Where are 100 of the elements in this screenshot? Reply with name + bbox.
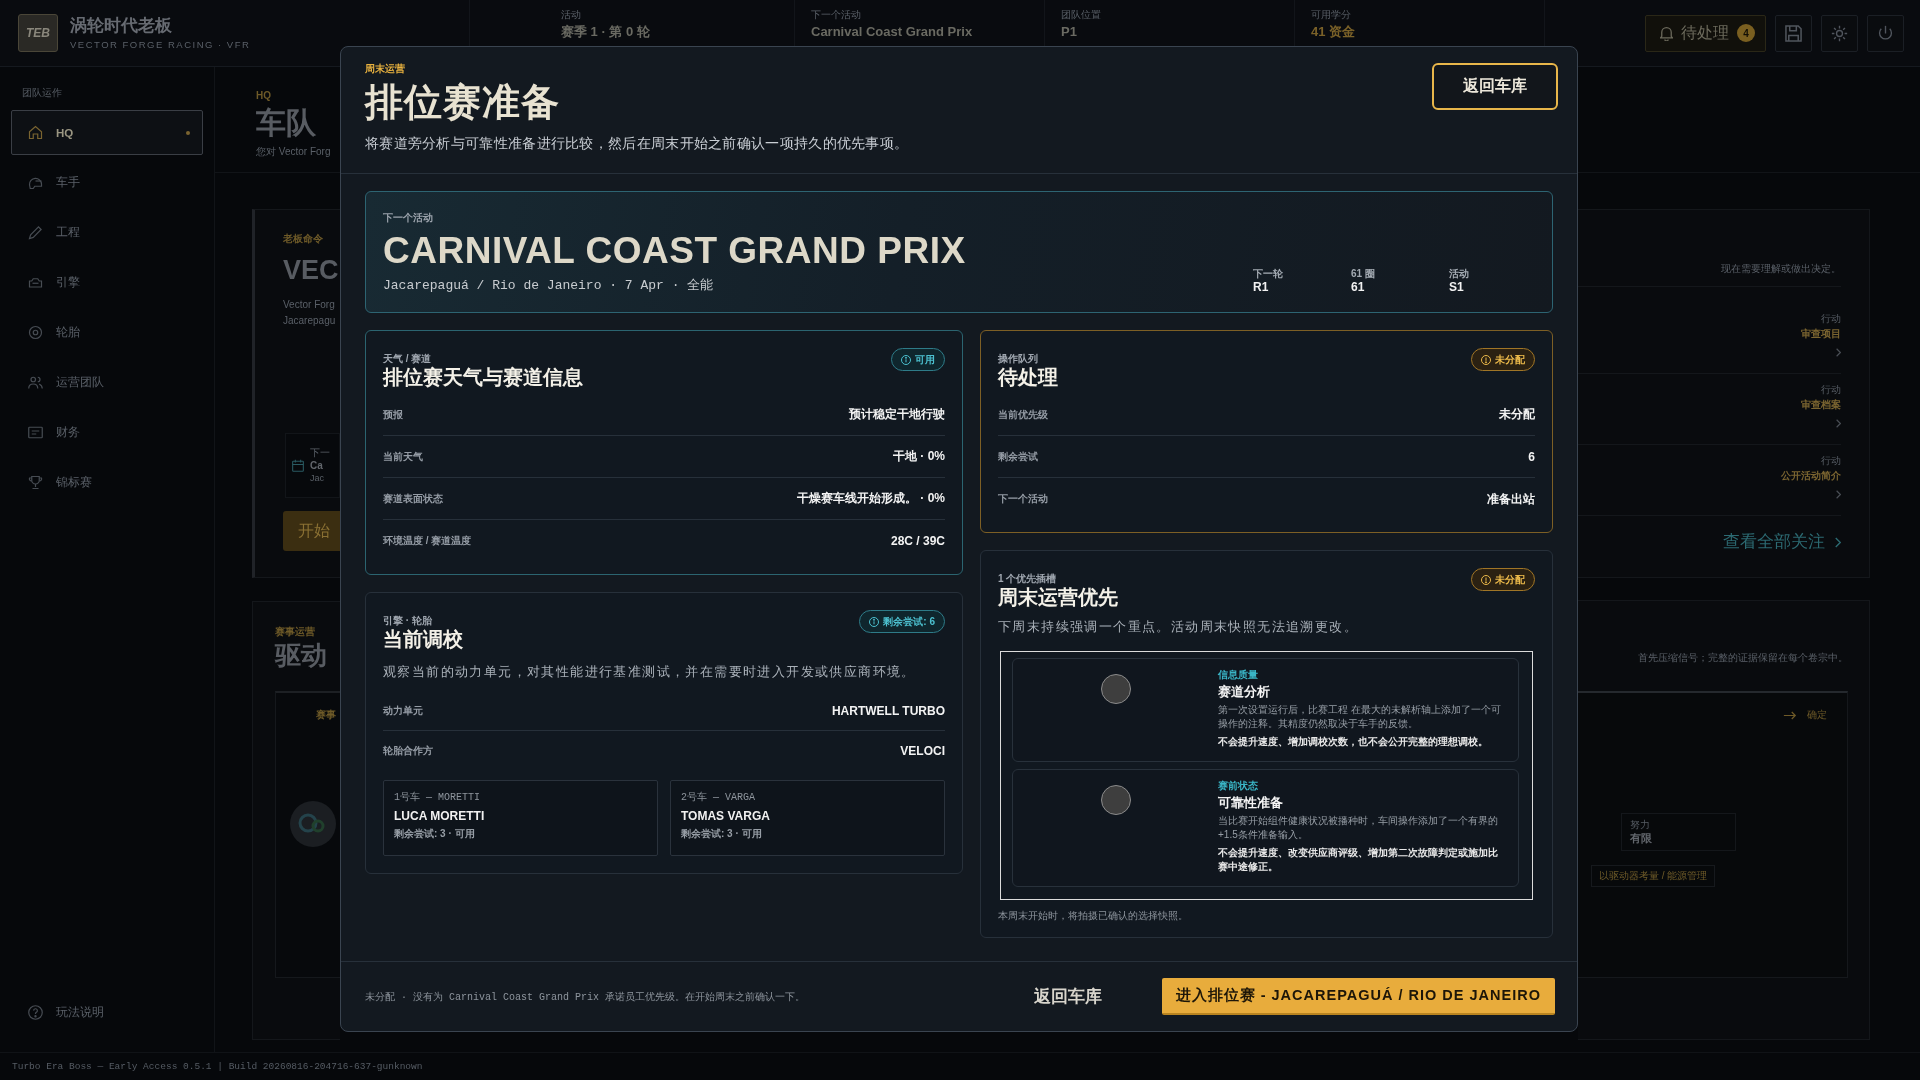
floppy-disk-icon bbox=[1785, 24, 1802, 42]
row-label: 赛道表面状态 bbox=[383, 491, 443, 506]
card-label: 赛事运营 bbox=[275, 626, 315, 638]
card-text: Vector Forg bbox=[283, 298, 335, 312]
card-title: 当前调校 bbox=[383, 627, 463, 651]
pending-button[interactable]: 待处理 4 bbox=[1645, 14, 1766, 52]
stat-value: Carnival Coast Grand Prix bbox=[811, 24, 973, 39]
alert-icon bbox=[1481, 354, 1491, 365]
option-title: 赛道分析 bbox=[1218, 683, 1270, 700]
engine-icon bbox=[28, 275, 43, 290]
people-icon bbox=[28, 375, 43, 390]
event-name: Ca bbox=[310, 460, 323, 472]
option-note: 不会提升速度、改变供应商评级、增加第二次故障判定或施加比赛中途修正。 bbox=[1218, 846, 1499, 874]
power-button[interactable] bbox=[1867, 14, 1904, 52]
tag: 以驱动器考量 / 能源管理 bbox=[1591, 865, 1716, 887]
footer-note: 未分配 · 没有为 Carnival Coast Grand Prix 承诺员工优先级。在开始周末之前确认一下。 bbox=[365, 990, 807, 1004]
row-label: 当前天气 bbox=[383, 449, 423, 464]
view-all-link[interactable]: 查看全部关注 bbox=[1723, 531, 1841, 553]
enter-qualifying-button[interactable]: 进入排位赛 - JACAREPAGUÁ / RIO DE JANEIRO bbox=[1161, 978, 1555, 1015]
dialog-eyebrow: 周末运营 bbox=[365, 63, 405, 75]
arrow-right-icon bbox=[1783, 710, 1797, 720]
card-label: 老板命令 bbox=[283, 233, 323, 245]
event-title: CARNIVAL COAST GRAND PRIX bbox=[383, 231, 966, 271]
card-title: 驱动 bbox=[275, 640, 327, 670]
car-label: 1号车 — MORETTI bbox=[394, 792, 480, 804]
driver-name: LUCA MORETTI bbox=[394, 809, 485, 823]
row-value: 干燥赛车线开始形成。 · 0% bbox=[797, 490, 945, 507]
emblem-icon bbox=[290, 801, 336, 847]
stat-label: 可用学分 bbox=[1311, 9, 1351, 21]
card-icon bbox=[28, 425, 43, 440]
radio-button[interactable] bbox=[1100, 674, 1131, 704]
driver-name: TOMAS VARGA bbox=[681, 809, 770, 823]
app-subtitle: VECTOR FORGE RACING · VFR bbox=[70, 38, 251, 51]
row-value: 预计稳定干地行驶 bbox=[849, 406, 945, 423]
row-label: 预报 bbox=[383, 407, 403, 422]
card-title: 待处理 bbox=[998, 365, 1058, 389]
page-title: 车队 bbox=[256, 107, 316, 139]
chevron-right-icon bbox=[1836, 419, 1841, 428]
help-link[interactable]: 玩法说明 bbox=[11, 990, 203, 1035]
card-note: 现在需要理解或做出决定。 bbox=[1721, 262, 1841, 276]
confirm-label: 确定 bbox=[1807, 709, 1827, 721]
card-eyebrow: 引擎 · 轮胎 bbox=[383, 615, 433, 627]
back-button[interactable]: 返回车库 bbox=[1025, 979, 1110, 1014]
chevron-right-icon bbox=[1836, 490, 1841, 499]
row-value: 干地 · 0% bbox=[893, 448, 945, 465]
car-label: 2号车 — VARGA bbox=[681, 792, 755, 804]
bell-icon bbox=[1660, 25, 1673, 41]
power-icon bbox=[1877, 24, 1894, 42]
sidebar-item[interactable]: 运营团队 bbox=[11, 360, 203, 405]
row-label: 轮胎合作方 bbox=[383, 744, 433, 758]
status-badge: 未分配 bbox=[1471, 348, 1535, 371]
calendar-icon bbox=[292, 459, 304, 472]
row-value: VELOCI bbox=[900, 744, 945, 758]
row-value: 28C / 39C bbox=[890, 534, 945, 548]
option-category: 信息质量 bbox=[1218, 669, 1258, 681]
stat-label: 61 圈 bbox=[1351, 268, 1375, 280]
effort-value: 有限 bbox=[1630, 832, 1652, 845]
sidebar-item[interactable]: 引擎 bbox=[11, 260, 203, 305]
info-icon bbox=[869, 616, 880, 627]
stat-value: P1 bbox=[1061, 24, 1077, 39]
event-place: Jac bbox=[310, 473, 324, 484]
settings-button[interactable] bbox=[1821, 14, 1858, 52]
help-icon bbox=[28, 1005, 43, 1020]
page-subtitle: 您对 Vector Forg bbox=[256, 146, 331, 158]
active-dot-icon bbox=[186, 130, 190, 135]
stat-value: 赛季 1 · 第 0 轮 bbox=[561, 24, 650, 39]
stat-label: 团队位置 bbox=[1061, 9, 1101, 21]
row-value: 未分配 bbox=[1499, 406, 1535, 423]
section-label: 团队运作 bbox=[22, 87, 62, 98]
card-eyebrow: 天气 / 赛道 bbox=[383, 353, 433, 365]
dialog-description: 将赛道旁分析与可靠性准备进行比较，然后在周末开始之前确认一项持久的优先事项。 bbox=[365, 135, 909, 153]
start-button[interactable]: 开始 bbox=[283, 511, 340, 551]
sidebar-item[interactable]: 轮胎 bbox=[11, 310, 203, 355]
back-to-garage-button[interactable]: 返回车库 bbox=[1432, 63, 1558, 110]
sidebar-item[interactable]: 锦标赛 bbox=[11, 460, 203, 505]
card-eyebrow: 操作队列 bbox=[998, 353, 1039, 365]
helmet-icon bbox=[28, 175, 43, 190]
driver-status: 剩余尝试: 3 · 可用 bbox=[681, 828, 762, 840]
radio-button[interactable] bbox=[1100, 785, 1131, 815]
panel-label: 赛事 bbox=[316, 709, 336, 721]
trophy-icon bbox=[28, 475, 43, 490]
driver-status: 剩余尝试: 3 · 可用 bbox=[394, 828, 475, 840]
option-description: 第一次设置运行后，比赛工程 在最大的未解析轴上添加了一个可操作的注释。其精度仍然取决于车手的反馈。 bbox=[1218, 703, 1502, 731]
option-note: 不会提升速度、增加调校次数，也不会公开完整的理想调校。 bbox=[1218, 735, 1488, 749]
row-label: 当前优先级 bbox=[998, 407, 1048, 422]
event-details: Jacarepaguá / Rio de Janeiro · 7 Apr · 全能 bbox=[383, 277, 714, 295]
card-title: 排位赛天气与赛道信息 bbox=[383, 365, 583, 389]
sidebar-item[interactable]: 财务 bbox=[11, 410, 203, 455]
sidebar-item[interactable]: HQ bbox=[11, 110, 203, 155]
sidebar-item[interactable]: 工程 bbox=[11, 210, 203, 255]
option-category: 赛前状态 bbox=[1218, 780, 1258, 792]
row-value: HARTWELL TURBO bbox=[831, 703, 945, 718]
sidebar-item[interactable]: 车手 bbox=[11, 160, 203, 205]
effort-label: 努力 bbox=[1630, 819, 1650, 831]
save-button[interactable] bbox=[1775, 14, 1812, 52]
pencil-icon bbox=[28, 225, 43, 240]
card-title: 周末运营优先 bbox=[998, 585, 1118, 609]
option-description: 当比赛开始组件健康状况被播种时，车间操作添加了一个有界的 +1.5条件准备输入。 bbox=[1218, 814, 1499, 842]
alert-icon bbox=[1481, 574, 1491, 585]
info-icon bbox=[901, 354, 911, 365]
